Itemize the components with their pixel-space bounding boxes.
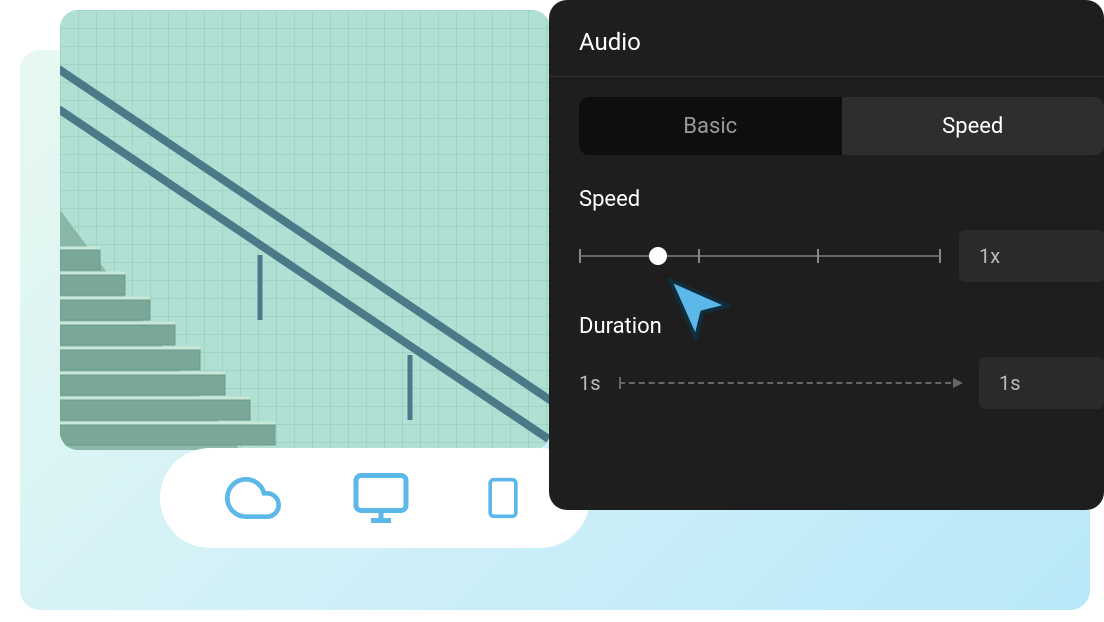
cursor-pointer-icon [660, 270, 738, 352]
duration-label: Duration [549, 314, 1104, 339]
tab-group: Basic Speed [579, 97, 1104, 155]
panel-title: Audio [549, 28, 1104, 56]
device-selector-pill [160, 448, 590, 548]
tab-basic[interactable]: Basic [579, 97, 842, 155]
speed-slider[interactable] [579, 244, 939, 268]
cloud-icon[interactable] [225, 470, 281, 526]
preview-image [60, 10, 550, 450]
duration-arrow-icon [619, 373, 961, 393]
mobile-icon[interactable] [481, 470, 525, 526]
duration-start-value: 1s [579, 371, 601, 395]
speed-label: Speed [549, 187, 1104, 212]
divider [549, 76, 1104, 77]
audio-settings-panel: Audio Basic Speed Speed 1x Duration 1s 1… [549, 0, 1104, 510]
speed-value[interactable]: 1x [959, 230, 1104, 282]
tab-speed[interactable]: Speed [842, 97, 1104, 155]
desktop-icon[interactable] [351, 468, 411, 528]
duration-end-value[interactable]: 1s [979, 357, 1104, 409]
